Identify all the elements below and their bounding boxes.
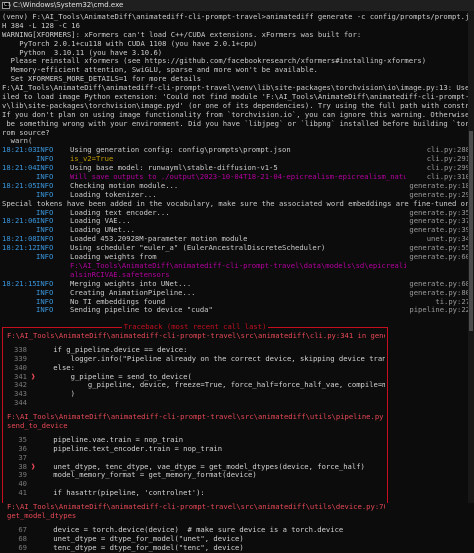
log-line: 18:21:03 INFO Using generation config: con… <box>2 145 470 155</box>
user-warning-line: If you don't plan on using image functio… <box>2 110 470 119</box>
user-warning-line: iled to load image Python extension: 'Co… <box>2 93 470 102</box>
code-line-highlighted: 38 ❱ unet_dtype, tenc_dtype, vae_dtype = … <box>18 461 365 471</box>
code-line: 68 unet_dtype = dtype_for_model("unet", … <box>18 533 244 543</box>
user-warning-line: v\lib\site-packages\torchvision\image.py… <box>2 101 470 110</box>
warning-line: Set XFORMERS_MORE_DETAILS=1 for more det… <box>2 75 202 84</box>
code-line: 39 model_memory_format = get_memory_form… <box>18 470 257 480</box>
log-line: 18:21:06 INFO Loading VAE... generate.py:37 <box>2 216 470 226</box>
log-line: F:\AI_Tools\AnimateDiff\animatediff-cli-… <box>70 261 406 270</box>
log-line: 18:21:08 INFO Loaded 453.20928M-parameter … <box>2 234 470 244</box>
log-line: 18:21:05 INFO Checking motion module... gen… <box>2 180 470 190</box>
frame-location: F:\AI_Tools\AnimateDiff\animatediff-cli-… <box>7 503 385 512</box>
code-line-highlighted: 341 ❱ g_pipeline = send_to_device( <box>14 371 192 381</box>
special-tokens-line: Special tokens have been added in the vo… <box>2 199 470 208</box>
log-line: INFO Sending pipeline to device "cuda" pip… <box>36 305 470 315</box>
log-line: 18:21:04 INFO Using base model: runwayml\s… <box>2 163 470 173</box>
code-line: 40 <box>18 479 27 489</box>
window-title: C:\Windows\System32\cmd.exe <box>13 1 124 10</box>
code-line: 338 if g_pipeline.device == device: <box>14 344 188 354</box>
frame-function: get_model_dtypes <box>7 512 77 521</box>
title-bar: C:\ C:\Windows\System32\cmd.exe <box>0 0 474 11</box>
user-warning-line: be something wrong with your environment… <box>2 119 470 128</box>
command-line-cont: H 384 -L 128 -C 16 <box>2 21 80 30</box>
code-line: 344 <box>14 398 27 408</box>
user-warning-line: rom source? <box>2 128 50 137</box>
code-line: 69 tenc_dtype = dtype_for_model("tenc", … <box>18 542 244 552</box>
log-line: INFO Will save outputs to ./output\2023-1… <box>36 172 470 182</box>
code-line: 37 <box>18 452 27 462</box>
code-line: 67 device = torch.device(device) # make … <box>18 524 344 534</box>
traceback-title: Traceback (most recent call last) <box>121 322 269 331</box>
log-line: INFO Creating AnimationPipeline... generat… <box>36 287 470 297</box>
log-line: INFO Loading tokenizer... generate.py:29 <box>36 189 470 199</box>
log-line: INFO Loading UNet... generate.py:39 <box>36 225 470 235</box>
code-line: 340 else: <box>14 362 75 372</box>
warning-line: Please reinstall xformers (see https://g… <box>2 57 427 66</box>
log-line: 18:21:12 INFO Using scheduler "euler_a" (E… <box>2 243 470 253</box>
log-line: INFO Loading text encoder... generate.py:3… <box>36 207 470 217</box>
log-line: alsinRCIVAE.safetensors <box>70 270 170 279</box>
command-line: (venv) F:\AI_Tools\AnimateDiff\animatedi… <box>2 13 470 21</box>
code-line: 339 logger.info("Pipeline already on the… <box>14 353 385 363</box>
warning-line: WARNING[XFORMERS]: xFormers can't load C… <box>2 30 362 39</box>
log-line: 18:21:15 INFO Merging weights into UNet...… <box>2 278 470 288</box>
code-line: 342 g_pipeline, device, freeze=True, for… <box>14 380 385 390</box>
code-line: 36 pipeline.text_encoder.train = nop_tra… <box>18 443 223 453</box>
frame-location: F:\AI_Tools\AnimateDiff\animatediff-cli-… <box>7 332 385 340</box>
user-warning-line: warn( <box>2 137 33 146</box>
terminal-output[interactable]: (venv) F:\AI_Tools\AnimateDiff\animatedi… <box>2 13 470 315</box>
code-line: 35 pipeline.vae.train = nop_train <box>18 434 184 444</box>
warning-line: PyTorch 2.0.1+cu118 with CUDA 1108 (you … <box>2 39 258 48</box>
user-warning-line: F:\AI_Tools\AnimateDiff\animatediff-cli-… <box>2 84 470 93</box>
warning-line: Memory-efficient attention, SwiGLU, spar… <box>2 66 318 75</box>
vertical-scrollbar[interactable] <box>468 11 474 503</box>
log-line: INFO Loading weights from generate.py:60 <box>36 252 470 262</box>
log-line: INFO No TI embeddings found ti.py:27 <box>36 296 470 306</box>
frame-location: F:\AI_Tools\AnimateDiff\animatediff-cli-… <box>7 413 385 422</box>
code-line: 41 if hasattr(pipeline, 'controlnet'): <box>18 488 205 498</box>
cmd-icon: C:\ <box>2 2 11 9</box>
code-line: 343 ) <box>14 389 75 399</box>
log-line: INFO is_v2=True cli.py:291 <box>36 154 470 164</box>
traceback-panel: Traceback (most recent call last) F:\AI_… <box>2 322 388 552</box>
warning-line: Python 3.10.11 (you have 3.10.6) <box>2 48 163 57</box>
scrollbar-thumb[interactable] <box>469 131 473 331</box>
frame-function: send_to_device <box>7 422 68 431</box>
